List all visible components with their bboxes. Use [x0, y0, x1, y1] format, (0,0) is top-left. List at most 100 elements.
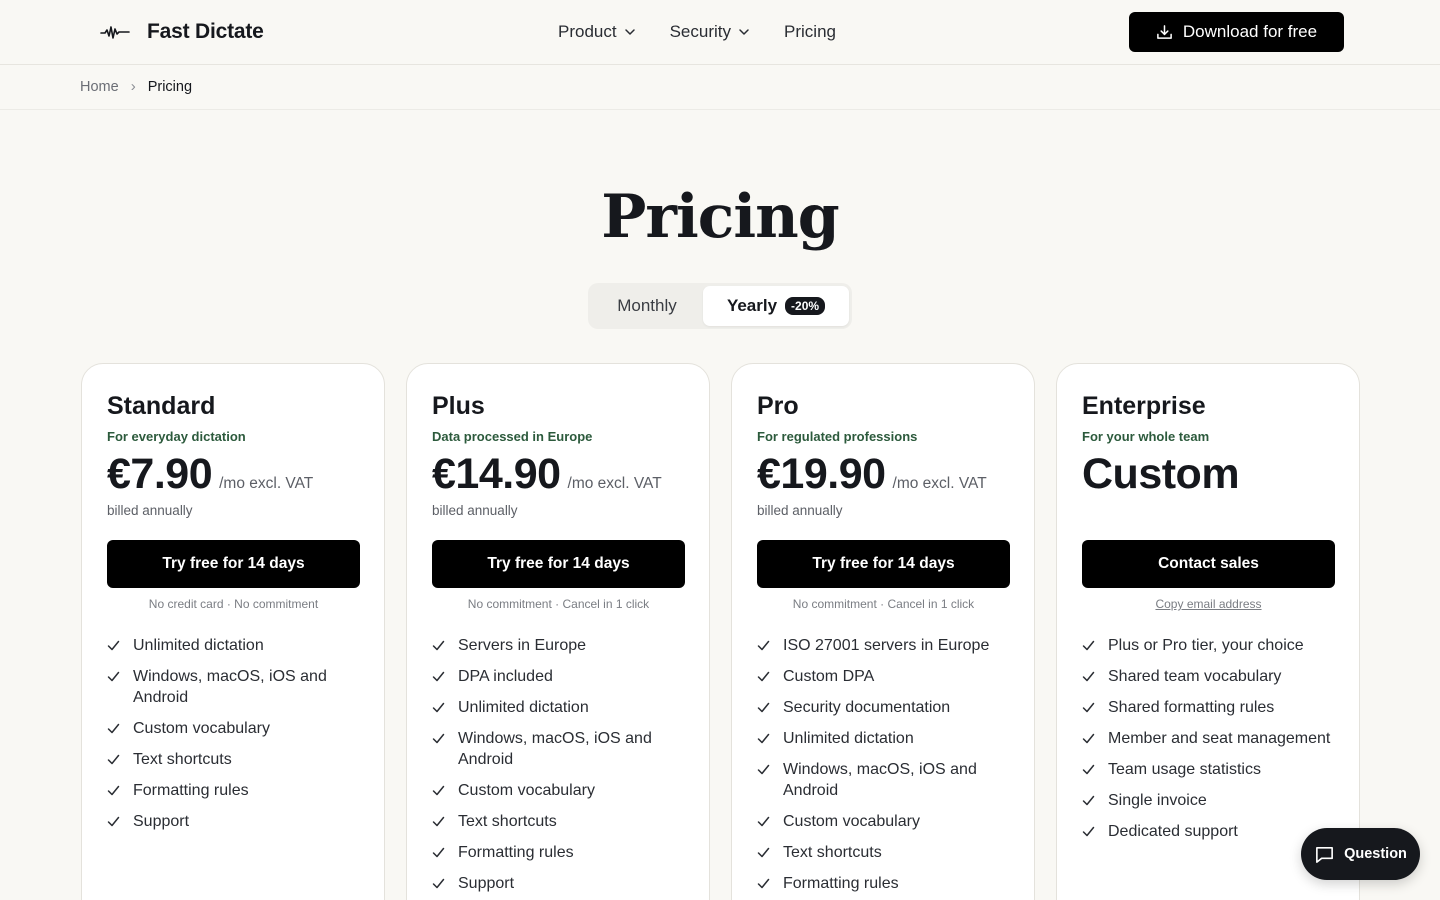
billing-toggle: Monthly Yearly -20% — [588, 283, 852, 329]
feature-item: Text shortcuts — [107, 749, 360, 770]
feature-label: Text shortcuts — [783, 844, 882, 861]
waveform-icon — [100, 26, 130, 39]
feature-label: Unlimited dictation — [783, 730, 914, 747]
feature-item: Support — [107, 811, 360, 832]
feature-label: ISO 27001 servers in Europe — [783, 637, 990, 654]
menu-item-label: Security — [669, 22, 732, 41]
discount-badge: -20% — [785, 297, 826, 315]
feature-label: Windows, macOS, iOS and Android — [783, 761, 977, 799]
breadcrumb-bar: Home › Pricing — [0, 65, 1440, 110]
brand-logo[interactable]: Fast Dictate — [100, 18, 264, 46]
main-menu: Product Security Pricing — [558, 20, 836, 44]
breadcrumb-current: Pricing — [147, 78, 193, 95]
feature-label: Custom vocabulary — [783, 813, 920, 830]
plan-price-row: €14.90/mo excl. VAT — [432, 450, 662, 499]
feature-item: Windows, macOS, iOS and Android — [757, 759, 1010, 801]
feature-item: Unlimited dictation — [107, 635, 360, 656]
plan-price: €14.90 — [432, 450, 561, 498]
feature-item: Windows, macOS, iOS and Android — [432, 728, 685, 770]
page-title: Pricing — [601, 182, 839, 252]
breadcrumb: Home › Pricing — [80, 78, 192, 95]
check-icon — [432, 702, 445, 713]
plan-price-row: Custom — [1082, 450, 1246, 499]
feature-label: Formatting rules — [783, 875, 899, 892]
download-icon — [1157, 24, 1172, 39]
billing-monthly-option[interactable]: Monthly — [591, 286, 703, 326]
billing-yearly-option[interactable]: Yearly -20% — [703, 286, 849, 326]
chevron-down-icon — [624, 29, 635, 35]
feature-item: Custom vocabulary — [107, 718, 360, 739]
feature-item: Unlimited dictation — [757, 728, 1010, 749]
plan-billing-period: billed annually — [432, 503, 518, 518]
check-icon — [107, 754, 120, 765]
download-button-label: Download for free — [1182, 22, 1318, 41]
feature-label: Shared formatting rules — [1108, 699, 1275, 716]
feature-item: DPA included — [432, 666, 685, 687]
feature-item: Text shortcuts — [757, 842, 1010, 863]
feature-label: Text shortcuts — [133, 751, 232, 768]
check-icon — [432, 733, 445, 744]
feature-item: ISO 27001 servers in Europe — [757, 635, 1010, 656]
feature-label: Shared team vocabulary — [1108, 668, 1282, 685]
menu-item-pricing[interactable]: Pricing — [784, 22, 836, 42]
copy-email-link[interactable]: Copy email address — [1082, 597, 1335, 611]
plan-card-enterprise: Enterprise For your whole team Custom Conta… — [1056, 363, 1360, 900]
top-nav: Fast Dictate Product Security Pricing Do… — [0, 0, 1440, 65]
check-icon — [432, 785, 445, 796]
check-icon — [757, 847, 770, 858]
check-icon — [432, 640, 445, 651]
check-icon — [1082, 671, 1095, 682]
feature-item: Windows, macOS, iOS and Android — [107, 666, 360, 708]
feature-item: Formatting rules — [757, 873, 1010, 894]
menu-item-product[interactable]: Product — [558, 22, 636, 42]
try-free-button[interactable]: Try free for 14 days — [757, 540, 1010, 588]
check-icon — [1082, 640, 1095, 651]
feature-item: Unlimited dictation — [432, 697, 685, 718]
feature-label: Unlimited dictation — [133, 637, 264, 654]
feature-label: Servers in Europe — [458, 637, 587, 654]
plan-name: Enterprise — [1082, 392, 1206, 420]
check-icon — [757, 878, 770, 889]
question-button[interactable]: Question — [1301, 828, 1420, 880]
plan-name: Plus — [432, 392, 485, 420]
plan-price-unit: /mo excl. VAT — [219, 475, 314, 492]
check-icon — [757, 733, 770, 744]
feature-item: Support — [432, 873, 685, 894]
feature-list: Plus or Pro tier, your choice Shared team… — [1082, 635, 1335, 852]
check-icon — [757, 764, 770, 775]
chat-bubble-icon — [1316, 846, 1334, 863]
plan-card-plus: Plus Data processed in Europe €14.90/mo ex… — [406, 363, 710, 900]
question-button-label: Question — [1344, 846, 1407, 862]
check-icon — [432, 847, 445, 858]
breadcrumb-separator: › — [130, 78, 136, 95]
check-icon — [432, 816, 445, 827]
download-button[interactable]: Download for free — [1129, 12, 1344, 52]
check-icon — [432, 878, 445, 889]
try-free-button[interactable]: Try free for 14 days — [107, 540, 360, 588]
plan-tagline: For everyday dictation — [107, 429, 246, 444]
check-icon — [1082, 826, 1095, 837]
plan-note: No commitment · Cancel in 1 click — [792, 597, 975, 611]
feature-label: Custom vocabulary — [133, 720, 270, 737]
feature-list: Unlimited dictation Windows, macOS, iOS a… — [107, 635, 360, 842]
feature-item: Custom vocabulary — [757, 811, 1010, 832]
feature-label: DPA included — [458, 668, 553, 685]
check-icon — [107, 785, 120, 796]
plan-price: €7.90 — [107, 450, 213, 498]
feature-label: Dedicated support — [1108, 823, 1238, 840]
feature-item: Formatting rules — [432, 842, 685, 863]
feature-label: Plus or Pro tier, your choice — [1108, 637, 1304, 654]
menu-item-label: Pricing — [784, 22, 836, 41]
check-icon — [107, 640, 120, 651]
menu-item-security[interactable]: Security — [670, 22, 750, 42]
contact-sales-button[interactable]: Contact sales — [1082, 540, 1335, 588]
feature-item: Custom vocabulary — [432, 780, 685, 801]
plan-name: Standard — [107, 392, 216, 420]
try-free-button[interactable]: Try free for 14 days — [432, 540, 685, 588]
breadcrumb-home-link[interactable]: Home — [80, 79, 119, 95]
feature-label: Windows, macOS, iOS and Android — [458, 730, 652, 768]
plan-card-pro: Pro For regulated professions €19.90/mo ex… — [731, 363, 1035, 900]
check-icon — [757, 816, 770, 827]
plan-price: Custom — [1082, 450, 1240, 498]
plan-card-standard: Standard For everyday dictation €7.90/mo e… — [81, 363, 385, 900]
